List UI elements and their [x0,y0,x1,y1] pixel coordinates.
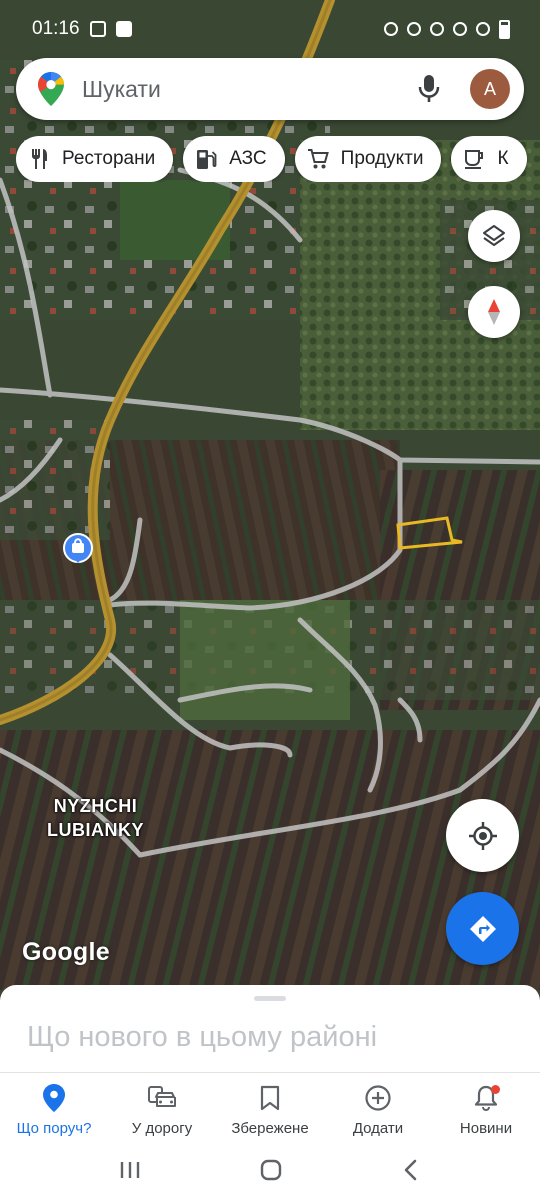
gallery-notification-icon [89,21,106,37]
shopping-poi-marker [63,533,93,563]
nav-contribute[interactable]: Додати [324,1073,432,1140]
status-time: 01:16 [32,18,80,39]
nav-label: У дорогу [131,1120,193,1137]
sheet-drag-handle[interactable] [254,996,286,1001]
chip-label: Продукти [340,148,424,169]
nav-label: Додати [352,1120,404,1137]
sheet-title: Що нового в цьому районі [27,1021,378,1053]
status-icons [384,19,510,39]
nav-explore[interactable]: Що поруч? [0,1073,108,1140]
checkbox-notification-icon [115,21,132,37]
back-icon[interactable] [400,1158,422,1182]
status-bar: 01:16 [0,0,540,58]
explore-pin-icon [40,1084,68,1112]
nav-updates[interactable]: Новини [432,1073,540,1140]
directions-button[interactable] [446,892,519,965]
explore-bottom-sheet[interactable]: Що нового в цьому районі [0,985,540,1075]
bottom-navigation: Що поруч? У дорогу Збережене Додати Нови… [0,1072,540,1140]
system-navigation-bar [0,1140,540,1200]
chip-coffee[interactable]: К [451,136,527,182]
chip-groceries[interactable]: Продукти [294,136,442,182]
compass-icon [488,299,500,325]
place-label-line2: LUBIANKY [47,820,144,840]
nav-commute[interactable]: У дорогу [108,1073,216,1140]
recent-apps-icon[interactable] [118,1159,142,1181]
nav-label: Новини [459,1120,513,1137]
chip-label: Ресторани [62,148,156,169]
search-bar[interactable]: Шукати A [16,58,524,120]
place-label: NYZHCHI LUBIANKY [47,794,144,842]
cart-icon [307,148,329,170]
bookmark-icon [256,1084,284,1112]
nav-label: Що поруч? [16,1120,92,1137]
nav-saved[interactable]: Збережене [216,1073,324,1140]
account-avatar[interactable]: A [470,69,510,109]
bell-icon [472,1084,500,1112]
signal-icon [476,22,490,36]
location-icon [430,22,444,36]
google-maps-logo-icon [38,72,64,106]
gas-station-icon [195,148,217,170]
add-circle-icon [364,1084,392,1112]
layers-icon [483,225,505,246]
mute-icon [407,22,421,36]
layers-button[interactable] [468,210,520,262]
directions-icon [469,915,496,942]
category-chips: Ресторани АЗС Продукти К [16,136,540,182]
my-location-button[interactable] [446,799,519,872]
google-attribution: Google [22,938,110,966]
home-icon[interactable] [259,1158,283,1182]
chip-label: АЗС [229,148,267,169]
coffee-icon [463,148,485,170]
avatar-letter: A [483,78,496,99]
restaurant-icon [28,148,50,170]
microphone-icon[interactable] [416,74,442,104]
chip-label: К [497,148,509,169]
notification-badge [491,1085,500,1094]
alarm-icon [384,22,398,36]
chip-gas-stations[interactable]: АЗС [183,136,285,182]
search-placeholder[interactable]: Шукати [82,76,416,103]
commute-icon [148,1084,176,1112]
chip-restaurants[interactable]: Ресторани [16,136,174,182]
my-location-icon [468,821,497,850]
nav-label: Збережене [231,1120,309,1137]
compass-button[interactable] [468,286,520,338]
wifi-icon [453,22,467,36]
battery-icon [499,19,510,39]
place-label-line1: NYZHCHI [53,796,138,816]
